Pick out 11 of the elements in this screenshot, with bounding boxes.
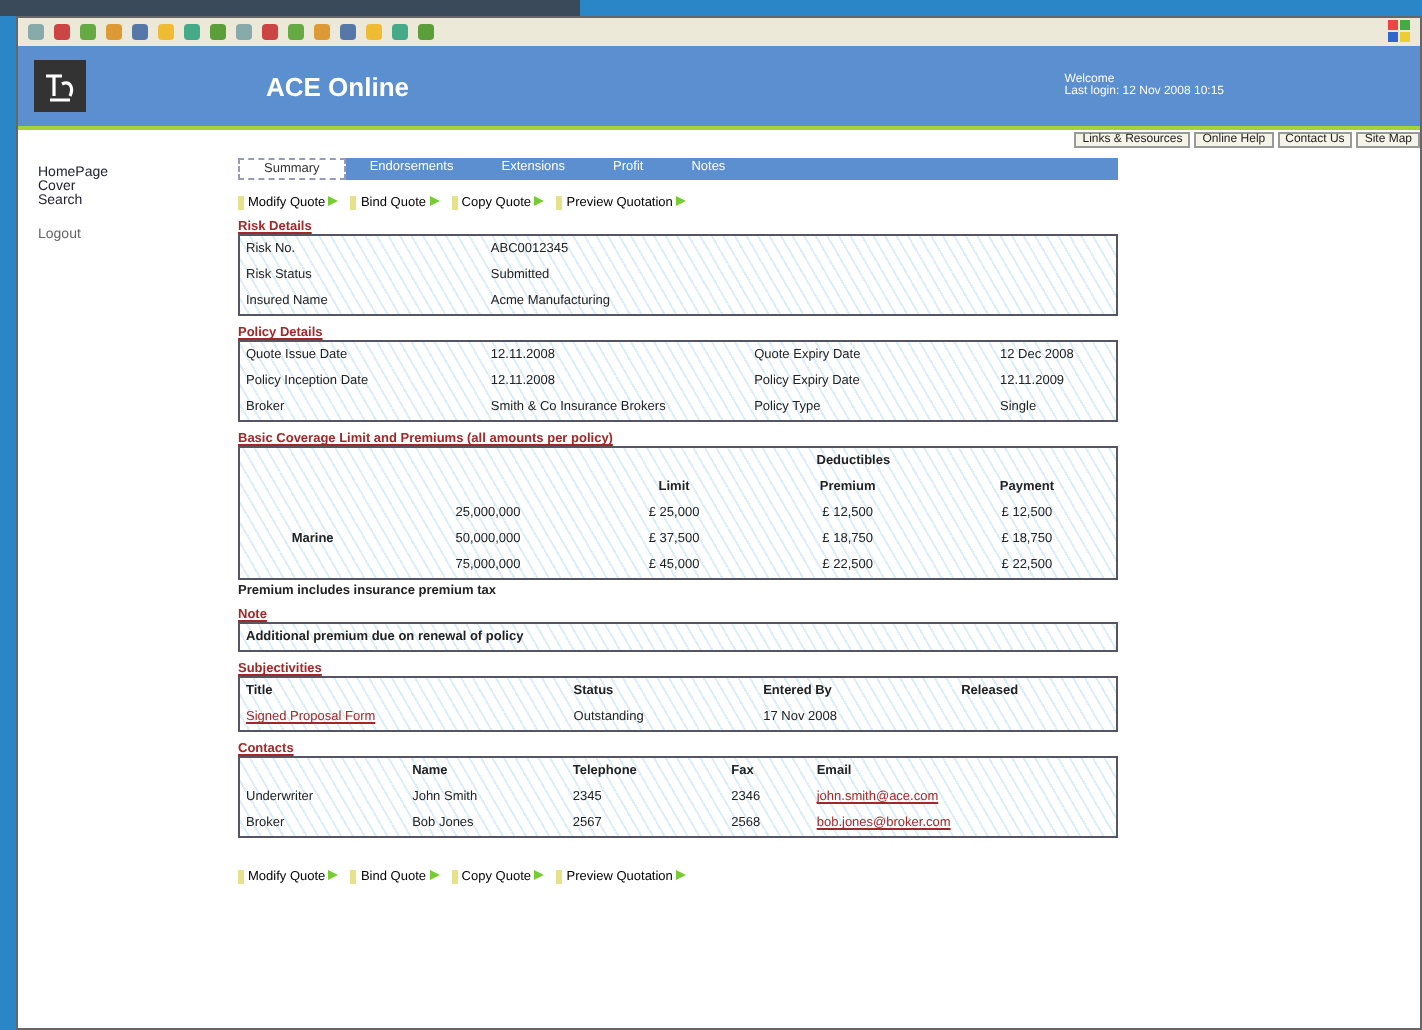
arrow-icon (676, 196, 687, 206)
logo-icon (34, 60, 86, 112)
arrow-icon (328, 870, 339, 880)
arrow-icon (429, 196, 440, 206)
arrow-icon (534, 196, 545, 206)
arrow-icon (328, 196, 339, 206)
windows-flag-icon (1388, 20, 1412, 44)
arrow-icon (534, 870, 545, 880)
site-title: ACE Online (266, 71, 410, 101)
arrow-icon (429, 870, 440, 880)
arrow-icon (676, 870, 687, 880)
